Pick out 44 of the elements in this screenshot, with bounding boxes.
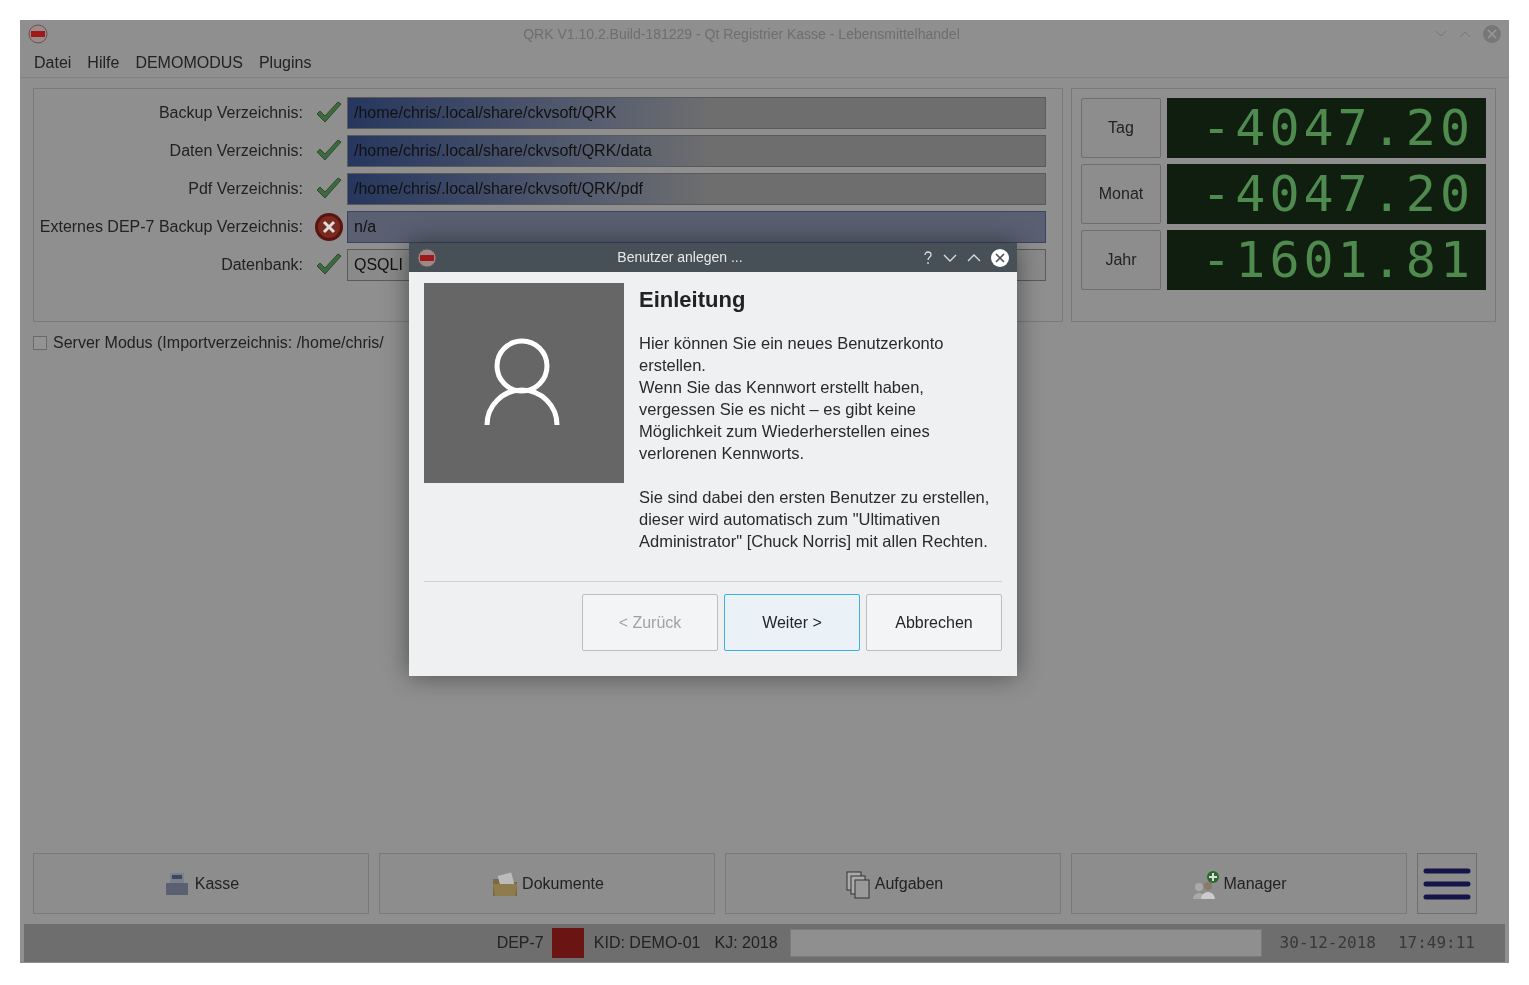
lcd-display: -4047.20 [1167,98,1486,158]
nav-button[interactable]: Dokumente [379,853,715,914]
kj-label: KJ: 2018 [714,933,778,953]
server-mode-label: Server Modus (Importverzeichnis: /home/chris/ [53,333,384,353]
menu-item[interactable]: DEMOMODUS [135,50,243,75]
setting-label: Pdf Verzeichnis: [187,179,304,199]
nav-button[interactable]: Kasse [33,853,369,914]
dialog-paragraph: Hier können Sie ein neues Benutzerkonto erstellen. [639,333,945,376]
check-icon [315,253,343,277]
check-icon [315,101,343,125]
close-icon[interactable] [991,248,1009,267]
dialog-title: Benutzer anlegen ... [616,248,744,267]
app-logo-icon [417,247,437,268]
path-field[interactable]: n/a [347,211,1046,243]
dep-label: DEP-7 [496,933,544,953]
period-button[interactable]: Jahr [1081,230,1161,290]
dialog-paragraph: Sie sind dabei den ersten Benutzer zu erstellen, dieser wird automatisch zum "Ultimativen Administrator" [Chuck Norris] mit allen Rechten. [639,487,991,552]
nav-button[interactable]: Aufgaben [725,853,1061,914]
lcd-display: -4047.20 [1167,164,1486,224]
check-icon [315,139,343,163]
app-logo-icon [28,24,48,44]
nav-button[interactable]: Manager [1071,853,1407,914]
error-icon [314,212,344,242]
kid-label: KID: DEMO-01 [593,933,701,953]
user-add-icon [1191,868,1222,899]
wizard-button[interactable]: Abbrechen [866,594,1002,651]
menu-item[interactable]: Hilfe [87,50,120,75]
menu-icon [1423,866,1471,901]
dialog-paragraph: Wenn Sie das Kennwort erstellt haben, vergessen Sie es nicht – es gibt keine Möglichkeit zum Wiederherstellen eines verlorenen Kennworts. [639,377,931,464]
menu-item[interactable]: Datei [34,50,72,75]
dialog-heading: Einleitung [639,286,747,314]
server-mode-checkbox[interactable] [33,336,47,350]
setting-label: Datenbank: [220,255,304,275]
period-button[interactable]: Monat [1081,164,1161,224]
setting-label: Externes DEP-7 Backup Verzeichnis: [38,217,304,237]
menu-button[interactable] [1417,853,1477,914]
help-icon[interactable] [923,250,933,265]
menu-item[interactable]: Plugins [258,50,312,75]
setting-label: Backup Verzeichnis: [157,103,304,123]
lcd-display: -1601.81 [1167,230,1486,290]
wizard-button[interactable]: Weiter > [724,594,860,651]
setting-label: Daten Verzeichnis: [168,141,304,161]
period-button[interactable]: Tag [1081,98,1161,158]
check-icon [315,177,343,201]
